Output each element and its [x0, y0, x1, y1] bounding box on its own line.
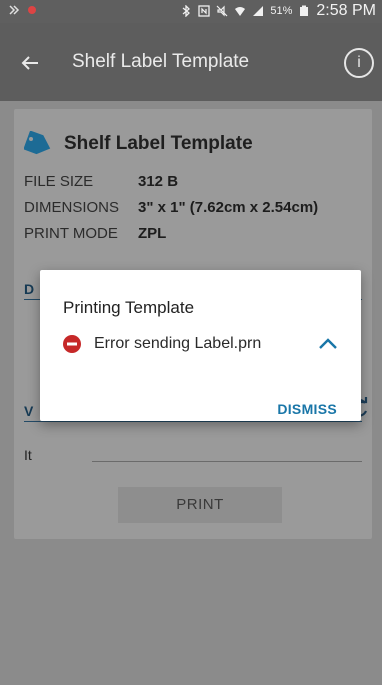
wifi-icon: [235, 7, 246, 16]
app-bar-title: Shelf Label Template: [72, 51, 250, 72]
meta-value: 3" x 1" (7.62cm x 2.54cm): [138, 199, 319, 216]
label-tag-icon: [24, 131, 51, 155]
status-bar: 51% 2:58 PM: [0, 0, 382, 23]
error-message: Error sending Label.prn: [94, 335, 262, 352]
print-button[interactable]: PRINT: [118, 487, 282, 523]
back-arrow-icon[interactable]: [16, 49, 44, 77]
chevron-up-icon[interactable]: [317, 336, 339, 352]
file-meta: FILE SIZE 312 B DIMENSIONS 3" x 1" (7.62…: [24, 169, 318, 247]
file-header: Shelf Label Template: [24, 131, 253, 157]
dismiss-button[interactable]: DISMISS: [277, 401, 337, 417]
meta-value: ZPL: [138, 225, 167, 242]
dialog-title: Printing Template: [63, 298, 195, 317]
notification-icon: [9, 5, 20, 15]
app-notification-icon: [28, 6, 36, 14]
meta-label: FILE SIZE: [24, 173, 94, 190]
app-bar: Shelf Label Template i: [0, 23, 382, 101]
signal-icon: [253, 6, 264, 16]
status-left-icons: [8, 4, 38, 16]
dialog-status-row: Error sending Label.prn: [62, 334, 261, 354]
meta-row-print-mode: PRINT MODE ZPL: [24, 221, 318, 247]
battery-percent: 51%: [270, 5, 293, 17]
nfc-icon: [198, 5, 211, 17]
section-divider-2: [24, 421, 362, 422]
meta-row-dimensions: DIMENSIONS 3" x 1" (7.62cm x 2.54cm): [24, 195, 318, 221]
meta-label: PRINT MODE: [24, 225, 118, 242]
status-right-icons: 51% 2:58 PM: [180, 2, 376, 20]
file-title: Shelf Label Template: [64, 133, 253, 154]
section-header-partial: D: [24, 281, 35, 297]
battery-icon: [300, 5, 309, 16]
item-input-underline[interactable]: [92, 461, 362, 462]
section-header-partial-2: V: [24, 403, 34, 419]
meta-value: 312 B: [138, 173, 179, 190]
meta-label: DIMENSIONS: [24, 199, 120, 216]
info-icon[interactable]: i: [344, 48, 374, 78]
error-icon: [63, 335, 81, 353]
item-field-label: It: [24, 447, 32, 463]
clock: 2:58 PM: [316, 2, 376, 19]
meta-row-file-size: FILE SIZE 312 B: [24, 169, 318, 195]
bluetooth-icon: [182, 5, 191, 17]
printing-dialog: Printing Template Error sending Label.pr…: [40, 270, 361, 421]
mute-icon: [216, 5, 228, 17]
